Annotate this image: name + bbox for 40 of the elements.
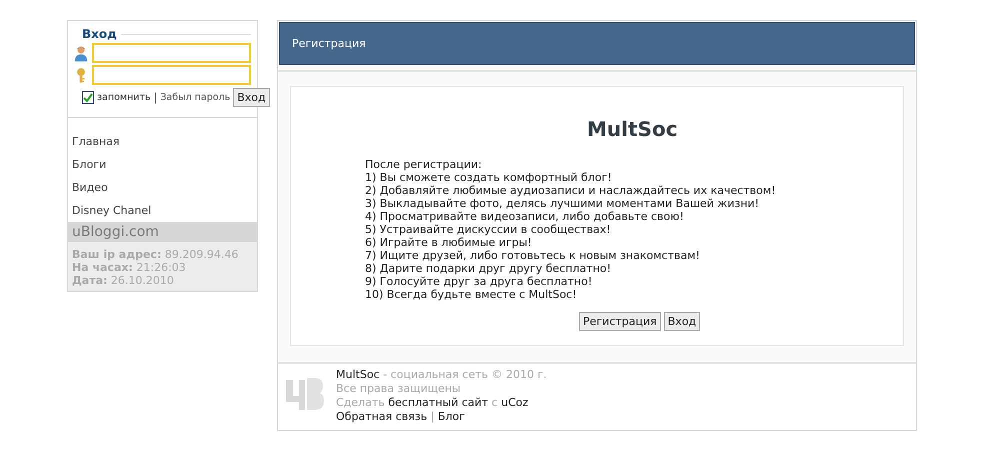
text-line: 9) Голосуйте друг за друга бесплатно! — [365, 275, 594, 288]
forgot-password-link[interactable]: Забыл пароль — [160, 92, 230, 103]
logo-icon — [284, 376, 324, 412]
text-line: 2) Добавляйте любимые аудиозаписи и наслаждайтесь их качеством! — [365, 184, 777, 197]
text-line: 6) Играйте в любимые игры! — [365, 236, 533, 249]
footer-text: MultSoc - социальная сеть © 2010 г. Все права защищены Сделать бесплатный сайт с uCoz Обратная связь | Блог — [336, 368, 548, 424]
feedback-link[interactable]: Обратная связь — [336, 410, 428, 423]
text-line: 1) Вы сможете создать комфортный блог! — [365, 171, 613, 184]
info-line: Ваш ip адрес: 89.209.94.46 — [72, 248, 240, 261]
site-name: uBloggi.com — [72, 224, 159, 240]
menu-item[interactable]: Блоги — [72, 153, 253, 176]
menu-item[interactable]: Главная — [72, 130, 253, 153]
free-site-link[interactable]: бесплатный сайт — [388, 396, 488, 409]
user-icon — [74, 44, 88, 62]
text-line: 8) Дарите подарки друг другу бесплатно! — [365, 262, 612, 275]
text-line: 7) Ищите друзей, либо готовьтесь к новым знакомствам! — [365, 249, 701, 262]
action-button[interactable]: Вход — [664, 312, 700, 331]
text-line: После регистрации: — [365, 158, 483, 171]
remember-label: запомнить — [97, 92, 151, 103]
login-button[interactable]: Вход — [233, 88, 270, 107]
site-link[interactable]: MultSoc — [336, 368, 380, 381]
key-icon — [74, 66, 88, 84]
text-line: 3) Выкладывайте фото, делясь лучшими моментами Вашей жизни! — [365, 197, 760, 210]
text-line: 5) Устраивайте дискуссии в сообществах! — [365, 223, 612, 236]
separator: | — [154, 91, 158, 104]
menu-item[interactable]: Видео — [72, 176, 253, 199]
panel-title: Регистрация — [292, 37, 366, 50]
info-line: На часах: 21:26:03 — [72, 261, 187, 274]
username-field[interactable] — [92, 43, 251, 63]
menu-item[interactable]: Disney Chanel — [72, 199, 253, 222]
site-heading: MultSoc — [586, 117, 679, 141]
login-title: Вход — [82, 27, 117, 41]
ucoz-link[interactable]: uCoz — [501, 396, 528, 409]
remember-checkbox[interactable] — [82, 91, 94, 104]
blog-link[interactable]: Блог — [438, 410, 465, 423]
text-line: 4) Просматривайте видеозаписи, либо добавьте свою! — [365, 210, 685, 223]
password-field[interactable] — [92, 65, 251, 85]
text-line: 10) Всегда будьте вместе с MultSoc! — [365, 288, 578, 301]
action-button[interactable]: Регистрация — [579, 312, 661, 331]
info-line: Дата: 26.10.2010 — [72, 274, 175, 287]
